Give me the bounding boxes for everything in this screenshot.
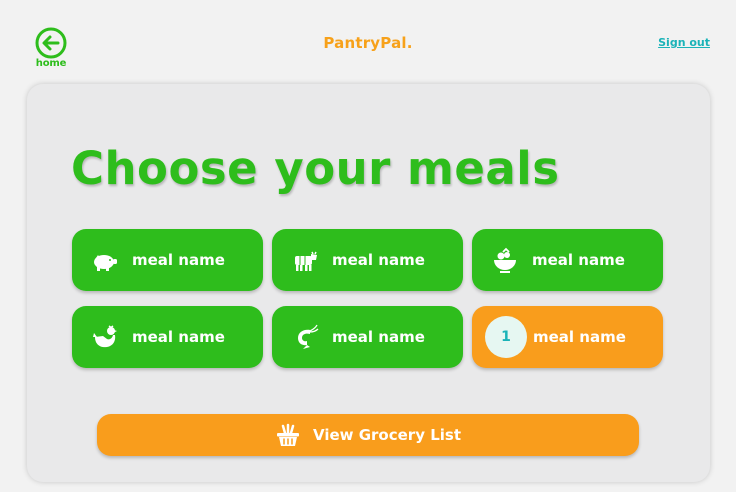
shrimp-icon xyxy=(290,322,320,352)
meal-grid: meal name meal name meal name meal name … xyxy=(72,229,664,369)
sign-out-link[interactable]: Sign out xyxy=(658,36,710,49)
meal-selection-card: Choose your meals meal name meal name me… xyxy=(27,84,710,482)
meal-label: meal name xyxy=(533,328,626,346)
meal-label: meal name xyxy=(332,251,425,269)
pig-icon xyxy=(90,245,120,275)
home-label: home xyxy=(35,58,67,69)
page-title: Choose your meals xyxy=(71,142,560,195)
meal-label: meal name xyxy=(532,251,625,269)
brand-logo: PantryPal. xyxy=(323,34,413,52)
grocery-button-label: View Grocery List xyxy=(312,426,461,444)
cow-icon xyxy=(290,245,320,275)
grocery-basket-icon xyxy=(276,423,299,446)
top-bar: home PantryPal. Sign out xyxy=(0,0,736,80)
view-grocery-list-button[interactable]: View Grocery List xyxy=(97,414,639,456)
chicken-icon xyxy=(90,322,120,352)
meal-label: meal name xyxy=(332,328,425,346)
meal-option-salad[interactable]: meal name xyxy=(472,229,663,291)
selected-count-badge: 1 xyxy=(485,316,527,358)
meal-option-shrimp[interactable]: meal name xyxy=(272,306,463,368)
meal-label: meal name xyxy=(132,328,225,346)
meal-label: meal name xyxy=(132,251,225,269)
meal-option-chicken[interactable]: meal name xyxy=(72,306,263,368)
meal-option-selected[interactable]: 1 meal name xyxy=(472,306,663,368)
meal-option-beef[interactable]: meal name xyxy=(272,229,463,291)
meal-option-pork[interactable]: meal name xyxy=(72,229,263,291)
salad-bowl-icon xyxy=(490,245,520,275)
